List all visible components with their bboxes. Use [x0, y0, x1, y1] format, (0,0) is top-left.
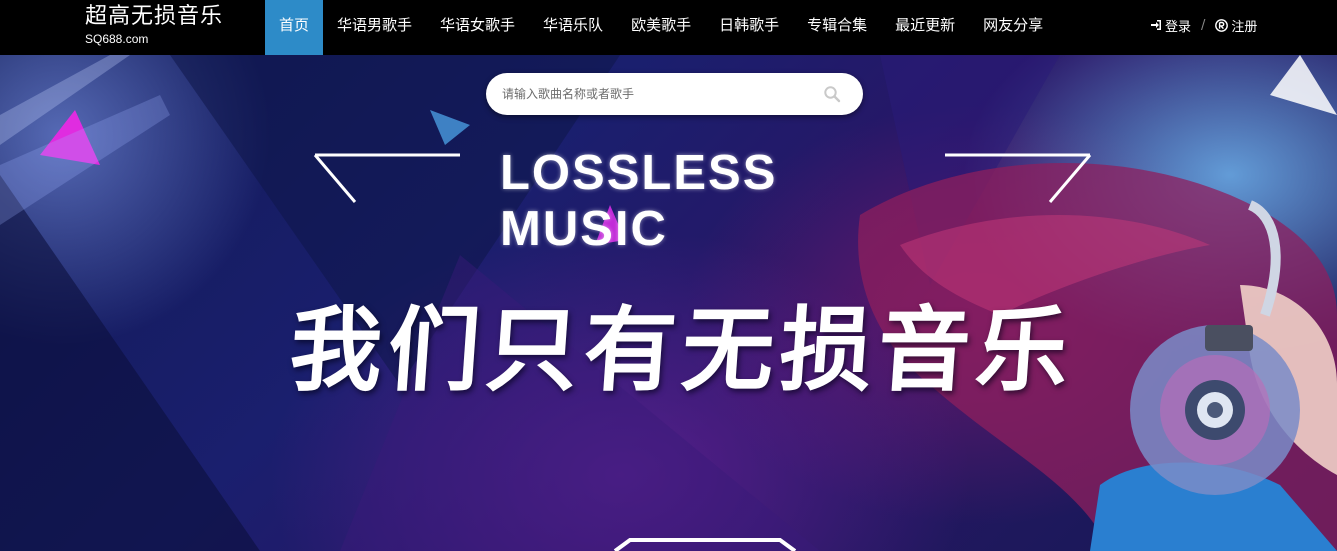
hero-slogan: 我们只有无损音乐 — [286, 297, 1078, 404]
top-navbar: 超高无损音乐 SQ688.com 首页 华语男歌手 华语女歌手 华语乐队 欧美歌… — [0, 0, 1337, 55]
auth-separator: / — [1201, 17, 1206, 33]
main-nav: 首页 华语男歌手 华语女歌手 华语乐队 欧美歌手 日韩歌手 专辑合集 最近更新 … — [265, 0, 1057, 55]
login-link[interactable]: 登录 — [1150, 16, 1191, 35]
sign-in-icon — [1151, 20, 1161, 30]
login-label: 登录 — [1165, 19, 1192, 35]
nav-item-chinese-bands[interactable]: 华语乐队 — [529, 0, 617, 55]
nav-item-album-collections[interactable]: 专辑合集 — [793, 0, 881, 55]
site-logo[interactable]: 超高无损音乐 SQ688.com — [85, 2, 223, 46]
nav-item-japan-korea-singers[interactable]: 日韩歌手 — [705, 0, 793, 55]
hero-banner: LOSSLESS MUSIC 我们只有无损音乐 — [0, 55, 1337, 551]
site-domain: SQ688.com — [85, 32, 149, 46]
auth-links: 登录 / 注册 — [1150, 0, 1257, 50]
search-box — [486, 73, 863, 115]
nav-item-recent-updates[interactable]: 最近更新 — [881, 0, 969, 55]
nav-item-chinese-female-singers[interactable]: 华语女歌手 — [426, 0, 529, 55]
nav-item-home[interactable]: 首页 — [265, 0, 324, 55]
search-icon[interactable] — [823, 85, 841, 103]
nav-item-western-singers[interactable]: 欧美歌手 — [617, 0, 705, 55]
search-input[interactable] — [502, 73, 812, 115]
nav-item-user-shares[interactable]: 网友分享 — [969, 0, 1057, 55]
register-label: 注册 — [1231, 19, 1258, 35]
hero-heading: LOSSLESS MUSIC — [500, 146, 778, 256]
registered-icon — [1215, 18, 1229, 32]
register-link[interactable]: 注册 — [1215, 16, 1257, 35]
site-title: 超高无损音乐 — [85, 4, 224, 29]
nav-item-chinese-male-singers[interactable]: 华语男歌手 — [323, 0, 426, 55]
